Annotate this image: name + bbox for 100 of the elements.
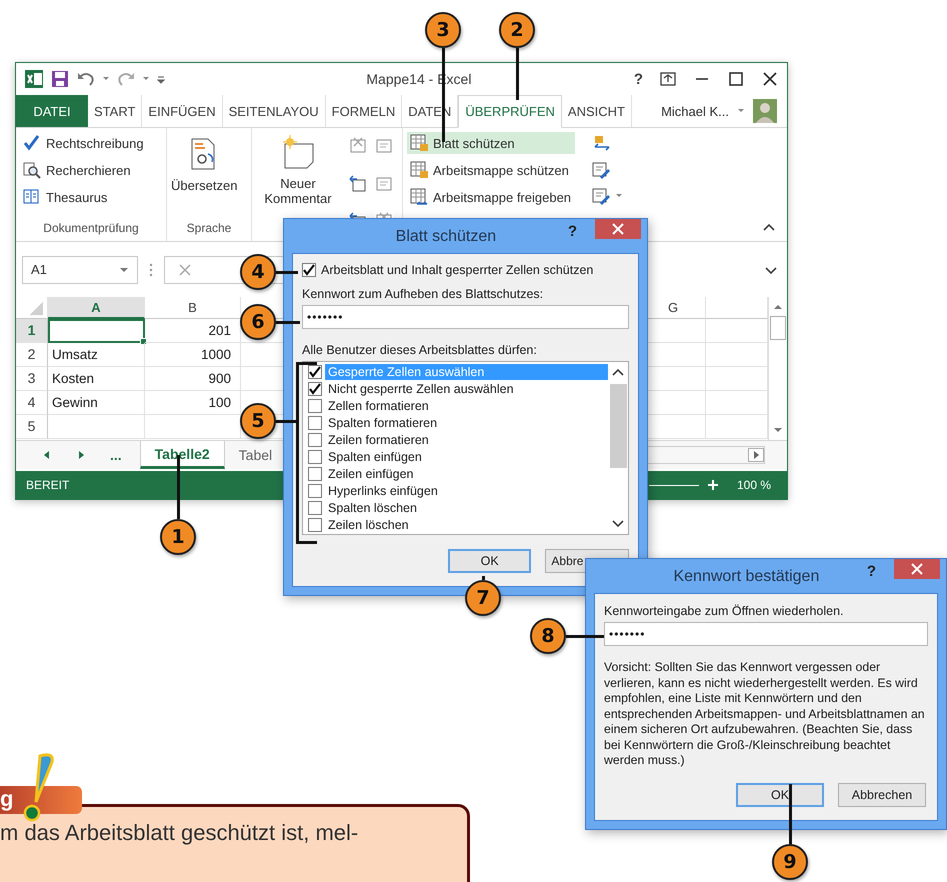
ribbon-options-icon[interactable] xyxy=(659,70,677,88)
checkbox[interactable] xyxy=(308,518,322,532)
table-cell xyxy=(706,415,768,439)
list-item[interactable]: Zeilen einfügen xyxy=(325,466,416,482)
checkbox[interactable] xyxy=(308,398,322,412)
active-cell[interactable] xyxy=(48,319,145,343)
leader-line xyxy=(275,271,298,274)
row-header[interactable]: 2 xyxy=(16,343,48,367)
ribbon-tab[interactable]: DATEI xyxy=(16,95,88,127)
list-item[interactable]: Nicht gesperrte Zellen auswählen xyxy=(325,380,517,396)
ribbon-button[interactable]: Rechtschreibung xyxy=(20,132,148,154)
sheet-tab[interactable]: Tabelle2 xyxy=(140,441,225,469)
ribbon-tab[interactable]: START xyxy=(88,95,142,127)
list-item[interactable]: Spalten formatieren xyxy=(325,414,440,430)
callout-number: 9 xyxy=(772,844,808,880)
list-item[interactable]: Spalten löschen xyxy=(325,500,420,516)
checkbox-label[interactable]: Arbeitsblatt und Inhalt gesperrter Zellen schützen xyxy=(321,263,594,277)
dialog-title: Kennwort bestätigen xyxy=(672,568,820,586)
list-item[interactable]: Zeilen formatieren xyxy=(325,432,432,448)
row-header[interactable]: 5 xyxy=(16,415,48,439)
ok-button[interactable]: OK xyxy=(448,549,532,573)
password-field[interactable]: ••••••• xyxy=(302,305,629,329)
table-cell: 900 xyxy=(145,367,241,391)
scroll-thumb[interactable] xyxy=(770,316,786,340)
caret-icon[interactable] xyxy=(142,75,150,83)
help-button[interactable]: ? xyxy=(866,563,876,580)
ribbon-button[interactable]: Thesaurus xyxy=(20,186,148,208)
close-icon[interactable] xyxy=(761,70,779,88)
help-button[interactable]: ? xyxy=(634,70,643,88)
scroll-right-icon xyxy=(748,448,764,462)
zoom-in-icon[interactable] xyxy=(706,479,719,491)
callout-number: 3 xyxy=(425,12,461,48)
previous-sheet-icon[interactable] xyxy=(42,449,52,461)
ribbon-button[interactable]: Arbeitsmappe schützen xyxy=(407,159,576,181)
table-cell: Gewinn xyxy=(48,391,145,415)
ribbon-button[interactable]: Neuer Kommentar xyxy=(256,132,340,241)
checkbox[interactable] xyxy=(308,382,322,396)
column-header[interactable]: A xyxy=(48,297,145,319)
list-item[interactable]: Spalten einfügen xyxy=(325,448,425,464)
next-sheet-icon[interactable] xyxy=(76,449,86,461)
table-cell xyxy=(706,343,768,367)
name-box[interactable]: A1 xyxy=(22,256,138,284)
ribbon-button[interactable]: Blatt schützen xyxy=(407,132,576,154)
checkbox[interactable] xyxy=(308,466,322,480)
more-icon xyxy=(148,262,154,278)
list-item[interactable]: Zeilen löschen xyxy=(325,516,412,532)
note-text: m das Arbeitsblatt geschützt ist, mel- xyxy=(0,819,360,846)
ribbon-button[interactable]: Arbeitsmappe freigeben xyxy=(407,186,576,208)
checkbox[interactable] xyxy=(302,263,316,277)
password-field[interactable]: ••••••• xyxy=(604,622,928,646)
note-icon[interactable] xyxy=(348,174,368,194)
ribbon-button[interactable]: Recherchieren xyxy=(20,159,148,181)
field-label: Kennwort zum Aufheben des Blattschutzes: xyxy=(302,287,544,301)
checkbox[interactable] xyxy=(308,432,322,446)
ribbon-tab[interactable]: EINFÜGEN xyxy=(142,95,223,127)
caret-icon[interactable] xyxy=(737,107,745,115)
cancel-icon xyxy=(177,262,193,278)
row-header[interactable]: 1 xyxy=(16,319,48,343)
checkbox[interactable] xyxy=(308,500,322,514)
customize-icon[interactable] xyxy=(156,74,166,84)
callout-number: 8 xyxy=(530,618,566,654)
row-header[interactable]: 4 xyxy=(16,391,48,415)
sheet-arrows-icon xyxy=(409,187,429,207)
user-name[interactable]: Michael K... xyxy=(661,104,729,118)
leader-line xyxy=(275,321,300,324)
ribbon-tab[interactable]: SEITENLAYOU xyxy=(222,95,326,127)
row-header[interactable]: 3 xyxy=(16,367,48,391)
caret-icon[interactable] xyxy=(102,75,110,83)
callout-number: 7 xyxy=(465,580,501,616)
table-cell xyxy=(706,319,768,343)
table-cell: 100 xyxy=(145,391,241,415)
ribbon-tab[interactable]: FORMELN xyxy=(326,95,402,127)
ribbon-tab[interactable]: ÜBERPRÜFEN xyxy=(458,95,562,128)
app-icon[interactable] xyxy=(24,69,44,89)
dialog-title: Blatt schützen xyxy=(394,228,496,246)
scrollbar[interactable] xyxy=(768,297,787,440)
more-sheets-button[interactable]: ... xyxy=(110,441,140,469)
maximize-icon[interactable] xyxy=(727,70,745,88)
checkbox[interactable] xyxy=(308,484,322,498)
scroll-thumb[interactable] xyxy=(610,384,626,468)
ok-button[interactable]: OK xyxy=(736,782,824,806)
save-icon[interactable] xyxy=(50,69,70,89)
table-cell xyxy=(706,367,768,391)
checkbox[interactable] xyxy=(308,364,322,378)
checkbox[interactable] xyxy=(308,416,322,430)
status-text: BEREIT xyxy=(26,478,70,492)
fill-handle[interactable] xyxy=(140,338,147,345)
checkbox[interactable] xyxy=(308,450,322,464)
ribbon-button[interactable]: Übersetzen xyxy=(171,132,238,221)
warning-text: Vorsicht: Sollten Sie das Kennwort vergessen oder verlieren, kann es nicht wiederhergestellt werden. Es wird empfohlen, eine Liste mit Kennwörtern und den entsprechenden Arbeitsmappen- und Arbeitsblattnamen an einem sicheren Ort aufzubewahren. (Beachten Sie, dass bei Kennwörtern die Groß-/Kleinschreibung beachtet werden muss.) xyxy=(604,660,926,768)
zoom-level[interactable]: 100 % xyxy=(736,478,771,492)
column-header[interactable]: B xyxy=(145,297,241,319)
help-button[interactable]: ? xyxy=(568,223,577,240)
cancel-button[interactable]: Abbrechen xyxy=(838,782,926,806)
field-label: Kennworteingabe zum Öffnen wiederholen. xyxy=(604,604,845,618)
leader-line xyxy=(566,635,604,638)
caret-icon[interactable] xyxy=(615,192,624,200)
list-item[interactable]: Hyperlinks einfügen xyxy=(325,482,441,498)
ribbon-tab[interactable]: ANSICHT xyxy=(562,95,632,127)
list-item[interactable]: Zellen formatieren xyxy=(325,398,432,414)
